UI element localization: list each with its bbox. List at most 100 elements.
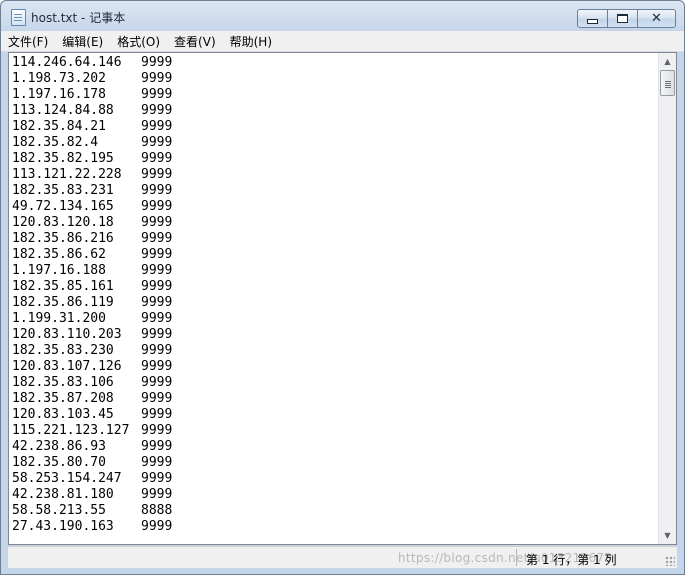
minimize-button[interactable] — [577, 9, 608, 28]
ip-address: 120.83.103.45 — [12, 407, 114, 422]
text-line: 27.43.190.163 9999 — [12, 519, 658, 535]
port-number: 9999 — [141, 151, 173, 166]
cursor-position: 第 1 行，第 1 列 — [526, 553, 617, 567]
port-number: 9999 — [141, 519, 173, 534]
port-number: 9999 — [141, 215, 173, 230]
text-line: 182.35.86.216 9999 — [12, 231, 658, 247]
ip-address: 113.121.22.228 — [12, 167, 122, 182]
menu-help[interactable]: 帮助(H) — [223, 33, 279, 50]
text-line: 58.253.154.247 9999 — [12, 471, 658, 487]
port-number: 9999 — [141, 487, 173, 502]
ip-address: 182.35.87.208 — [12, 391, 114, 406]
text-line: 120.83.110.203 9999 — [12, 327, 658, 343]
text-editor[interactable]: 114.246.64.146 9999 1.198.73.202 9999 1.197.… — [8, 52, 677, 545]
port-number: 9999 — [141, 103, 173, 118]
ip-address: 49.72.134.165 — [12, 199, 114, 214]
port-number: 9999 — [141, 391, 173, 406]
ip-address: 182.35.80.70 — [12, 455, 106, 470]
text-line: 1.197.16.178 9999 — [12, 87, 658, 103]
text-line: 182.35.86.62 9999 — [12, 247, 658, 263]
ip-address: 182.35.83.106 — [12, 375, 114, 390]
caption-buttons: ✕ — [577, 9, 676, 28]
text-line: 1.199.31.200 9999 — [12, 311, 658, 327]
port-number: 9999 — [141, 359, 173, 374]
ip-address: 182.35.84.21 — [12, 119, 106, 134]
port-number: 9999 — [141, 407, 173, 422]
title-bar[interactable]: host.txt - 记事本 ✕ — [1, 1, 684, 31]
port-number: 9999 — [141, 135, 173, 150]
maximize-button[interactable] — [607, 9, 638, 28]
ip-address: 58.253.154.247 — [12, 471, 122, 486]
ip-address: 182.35.86.216 — [12, 231, 114, 246]
ip-address: 182.35.82.4 — [12, 135, 99, 150]
ip-address: 115.221.123.127 — [12, 423, 130, 438]
menu-file[interactable]: 文件(F) — [1, 33, 55, 50]
port-number: 9999 — [141, 439, 173, 454]
ip-address: 42.238.81.180 — [12, 487, 114, 502]
port-number: 9999 — [141, 455, 173, 470]
port-number: 9999 — [141, 279, 173, 294]
port-number: 9999 — [141, 199, 173, 214]
menu-format[interactable]: 格式(O) — [110, 33, 167, 50]
ip-address: 182.35.85.161 — [12, 279, 114, 294]
text-line: 120.83.103.45 9999 — [12, 407, 658, 423]
ip-address: 1.197.16.178 — [12, 87, 106, 102]
port-number: 9999 — [141, 311, 173, 326]
grip-icon — [664, 82, 671, 84]
text-line: 42.238.86.93 9999 — [12, 439, 658, 455]
text-line: 58.58.213.55 8888 — [12, 503, 658, 519]
text-content[interactable]: 114.246.64.146 9999 1.198.73.202 9999 1.197.… — [12, 55, 658, 544]
port-number: 9999 — [141, 471, 173, 486]
ip-address: 1.199.31.200 — [12, 311, 106, 326]
port-number: 9999 — [141, 295, 173, 310]
maximize-icon — [617, 14, 628, 23]
text-line: 182.35.86.119 9999 — [12, 295, 658, 311]
port-number: 8888 — [141, 503, 173, 518]
text-line: 182.35.80.70 9999 — [12, 455, 658, 471]
text-line: 182.35.83.230 9999 — [12, 343, 658, 359]
text-line: 120.83.107.126 9999 — [12, 359, 658, 375]
port-number: 9999 — [141, 119, 173, 134]
text-line: 182.35.84.21 9999 — [12, 119, 658, 135]
close-button[interactable]: ✕ — [637, 9, 676, 28]
ip-address: 27.43.190.163 — [12, 519, 114, 534]
text-line: 115.221.123.127 9999 — [12, 423, 658, 439]
port-number: 9999 — [141, 327, 173, 342]
port-number: 9999 — [141, 263, 173, 278]
port-number: 9999 — [141, 231, 173, 246]
ip-address: 114.246.64.146 — [12, 55, 122, 70]
text-line: 182.35.83.231 9999 — [12, 183, 658, 199]
ip-address: 1.198.73.202 — [12, 71, 106, 86]
scroll-up-icon[interactable]: ▲ — [659, 53, 676, 70]
resize-grip-icon[interactable] — [665, 556, 675, 566]
port-number: 9999 — [141, 167, 173, 182]
menu-edit[interactable]: 编辑(E) — [55, 33, 110, 50]
text-line: 182.35.82.195 9999 — [12, 151, 658, 167]
status-divider — [516, 549, 517, 566]
menu-bar: 文件(F) 编辑(E) 格式(O) 查看(V) 帮助(H) — [1, 31, 684, 52]
ip-address: 58.58.213.55 — [12, 503, 106, 518]
port-number: 9999 — [141, 87, 173, 102]
close-icon: ✕ — [651, 11, 662, 26]
ip-address: 182.35.82.195 — [12, 151, 114, 166]
text-line: 49.72.134.165 9999 — [12, 199, 658, 215]
ip-address: 120.83.120.18 — [12, 215, 114, 230]
port-number: 9999 — [141, 183, 173, 198]
scroll-down-icon[interactable]: ▼ — [659, 527, 676, 544]
scroll-thumb[interactable] — [660, 70, 675, 96]
text-line: 120.83.120.18 9999 — [12, 215, 658, 231]
minimize-icon — [587, 19, 598, 24]
text-line: 42.238.81.180 9999 — [12, 487, 658, 503]
port-number: 9999 — [141, 71, 173, 86]
ip-address: 182.35.83.230 — [12, 343, 114, 358]
status-bar: https://blog.csdn.net/u013213673 第 1 行，第… — [8, 546, 677, 568]
menu-view[interactable]: 查看(V) — [167, 33, 223, 50]
notepad-icon[interactable] — [11, 9, 26, 26]
ip-address: 1.197.16.188 — [12, 263, 106, 278]
port-number: 9999 — [141, 343, 173, 358]
ip-address: 120.83.107.126 — [12, 359, 122, 374]
vertical-scrollbar[interactable]: ▲ ▼ — [658, 53, 676, 544]
text-line: 182.35.82.4 9999 — [12, 135, 658, 151]
ip-address: 120.83.110.203 — [12, 327, 122, 342]
ip-address: 182.35.86.62 — [12, 247, 106, 262]
